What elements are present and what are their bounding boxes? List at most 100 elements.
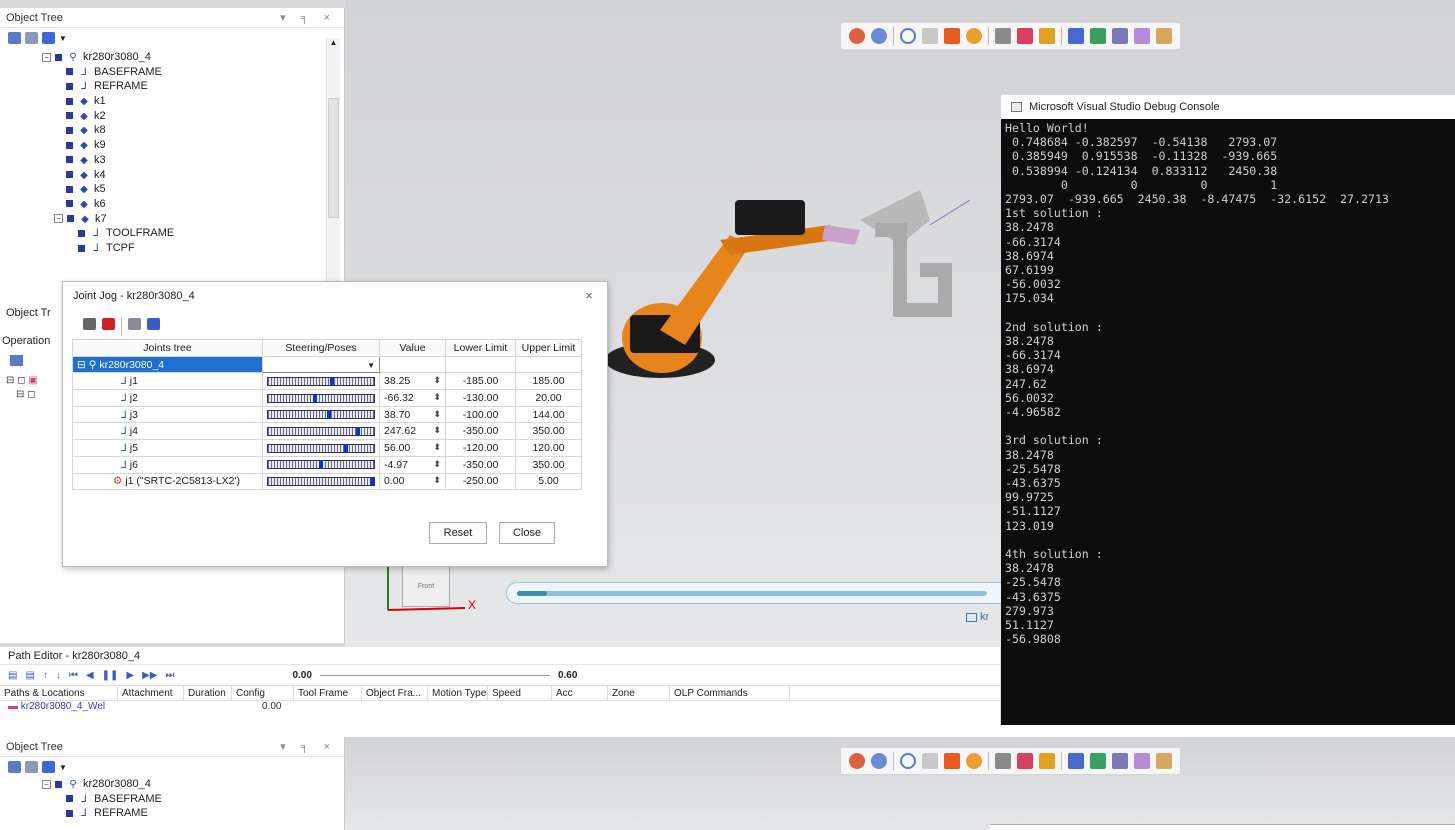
tree-scrollbar[interactable]: ▲	[326, 38, 340, 293]
joint-value-cell[interactable]: -66.32 ⬍	[379, 389, 446, 407]
table-row[interactable]: ⚙ j1 ("SRTC-2C5813-LX2') 0.00 ⬍ -250.00 5.00	[72, 472, 582, 491]
visibility-toggle-icon[interactable]	[66, 185, 73, 193]
tree-view-icon[interactable]	[8, 32, 21, 44]
joint-slider[interactable]	[267, 443, 375, 453]
joint-value-cell[interactable]: 0.00 ⬍	[379, 472, 446, 491]
robot-model[interactable]	[600, 170, 1000, 400]
slider-thumb[interactable]	[356, 427, 361, 436]
joint-slider-cell[interactable]	[262, 372, 380, 391]
joint-slider[interactable]	[267, 427, 375, 436]
tree-item[interactable]: ⅃ TCPF	[6, 241, 344, 256]
root-cell[interactable]: ⊟ ⚲ kr280r3080_4	[72, 355, 263, 374]
joint-value-cell[interactable]: 38.70 ⬍	[379, 405, 446, 424]
slider-thumb[interactable]	[369, 477, 374, 487]
spinner-icon[interactable]: ⬍	[433, 375, 441, 386]
tree-item[interactable]: ◆ k5	[6, 182, 344, 197]
debug-console-window[interactable]: Microsoft Visual Studio Debug Console He…	[1001, 95, 1455, 725]
column-header[interactable]: Tool Frame	[294, 686, 362, 700]
tree-item[interactable]: ◆ k9	[6, 138, 344, 153]
visibility-toggle-icon[interactable]	[78, 244, 85, 252]
end-icon[interactable]: ⏭	[165, 670, 174, 681]
snap-icon[interactable]	[1068, 753, 1084, 769]
add-path-icon[interactable]: ▤	[8, 670, 17, 681]
operation-node[interactable]: ⊟ ◻ ▣	[6, 375, 38, 386]
slider-thumb[interactable]	[343, 443, 348, 453]
close-icon[interactable]: ×	[585, 282, 593, 310]
visibility-toggle-icon[interactable]	[66, 171, 73, 179]
render-mode-icon[interactable]	[944, 753, 960, 769]
tree-item[interactable]: ◆ k3	[6, 153, 344, 168]
move-up-icon[interactable]: ↑	[43, 670, 48, 681]
joint-slider[interactable]	[267, 376, 375, 386]
tree-view-icon[interactable]	[8, 761, 21, 773]
joint-slider[interactable]	[267, 460, 375, 470]
joint-value-cell[interactable]: 56.00 ⬍	[379, 439, 446, 457]
section-icon[interactable]	[995, 28, 1011, 44]
joint-slider-cell[interactable]	[262, 455, 380, 474]
column-header[interactable]: Attachment	[118, 686, 184, 700]
tree-item[interactable]: ⅃ REFRAME	[6, 79, 344, 94]
table-row[interactable]: ⅃ j5 56.00 ⬍ -120.00 120.00	[72, 439, 582, 457]
scroll-thumb[interactable]	[328, 98, 339, 218]
chevron-down-icon[interactable]: ▼	[367, 361, 375, 370]
zoom-out-icon[interactable]	[871, 753, 887, 769]
column-header[interactable]: Object Fra...	[362, 686, 428, 700]
pick-filter-icon[interactable]	[1039, 753, 1055, 769]
tree-item[interactable]: ◆ k4	[6, 168, 344, 183]
tree-item[interactable]: ◆ k2	[6, 109, 344, 124]
visibility-toggle-icon[interactable]	[66, 141, 73, 149]
slider-thumb[interactable]	[318, 460, 323, 470]
placement-icon[interactable]	[1090, 28, 1106, 44]
joint-slider-cell[interactable]	[262, 439, 380, 457]
operation-tab[interactable]: Operation	[2, 335, 50, 347]
timeline-progress[interactable]	[506, 582, 1026, 604]
joint-slider[interactable]	[267, 477, 375, 487]
view-gizmo[interactable]: Front X	[380, 560, 490, 628]
visibility-toggle-icon[interactable]	[67, 215, 74, 223]
zoom-in-icon[interactable]	[849, 753, 865, 769]
table-row[interactable]: ⊟ ⚲ kr280r3080_4 ▼	[72, 355, 582, 374]
scale-value[interactable]: 0.60	[558, 670, 577, 681]
tree-item[interactable]: − ⚲ kr280r3080_4	[6, 50, 344, 65]
folder-icon[interactable]	[42, 32, 55, 44]
table-row[interactable]: ⅃ j3 38.70 ⬍ -100.00 144.00	[72, 405, 582, 424]
tree-item[interactable]: ⅃ BASEFRAME	[6, 65, 344, 80]
scroll-up-icon[interactable]: ▲	[327, 38, 340, 47]
joint-jog-titlebar[interactable]: Joint Jog - kr280r3080_4 ×	[63, 282, 607, 310]
section-icon[interactable]	[995, 753, 1011, 769]
joint-slider-cell[interactable]	[262, 405, 380, 424]
placement-icon[interactable]	[1090, 753, 1106, 769]
fit-view-icon[interactable]	[900, 28, 916, 44]
joint-value-cell[interactable]: -4.97 ⬍	[379, 455, 446, 474]
zoom-in-icon[interactable]	[849, 28, 865, 44]
visibility-toggle-icon[interactable]	[78, 229, 85, 237]
pick-filter-icon[interactable]	[1039, 28, 1055, 44]
home-icon[interactable]	[83, 318, 96, 330]
joint-value[interactable]: 0.00	[384, 475, 404, 487]
column-header[interactable]: Motion Type	[428, 686, 488, 700]
view-cube-icon[interactable]	[922, 28, 938, 44]
tree-item[interactable]: ◆ k8	[6, 123, 344, 138]
play-icon[interactable]: ▶	[126, 670, 134, 681]
pause-icon[interactable]: ❚❚	[102, 670, 119, 681]
joint-slider-cell[interactable]	[262, 422, 380, 441]
spinner-icon[interactable]: ⬍	[433, 442, 441, 453]
visibility-toggle-icon[interactable]	[66, 809, 73, 817]
tree-item[interactable]: ⅃ BASEFRAME	[6, 792, 344, 807]
joint-value[interactable]: -66.32	[384, 392, 414, 404]
joint-value-cell[interactable]: 38.25 ⬍	[379, 372, 446, 391]
measure-icon[interactable]	[1134, 753, 1150, 769]
column-header[interactable]: Acc	[552, 686, 608, 700]
panel-controls[interactable]: ▾ ╕ ×	[280, 737, 336, 757]
joint-slider-cell[interactable]	[262, 389, 380, 407]
relocate-icon[interactable]	[1112, 28, 1128, 44]
visibility-toggle-icon[interactable]	[66, 795, 73, 803]
spinner-icon[interactable]: ⬍	[433, 459, 441, 470]
tree-item[interactable]: − ⚲ kr280r3080_4	[6, 777, 344, 792]
joint-value[interactable]: 56.00	[384, 442, 410, 454]
spinner-icon[interactable]: ⬍	[433, 425, 441, 436]
column-header[interactable]: Zone	[608, 686, 670, 700]
table-row[interactable]: ▬ kr280r3080_4_Wel 0.00	[0, 701, 1000, 715]
joint-slider[interactable]	[267, 393, 375, 403]
reset-pose-icon[interactable]	[102, 318, 115, 330]
